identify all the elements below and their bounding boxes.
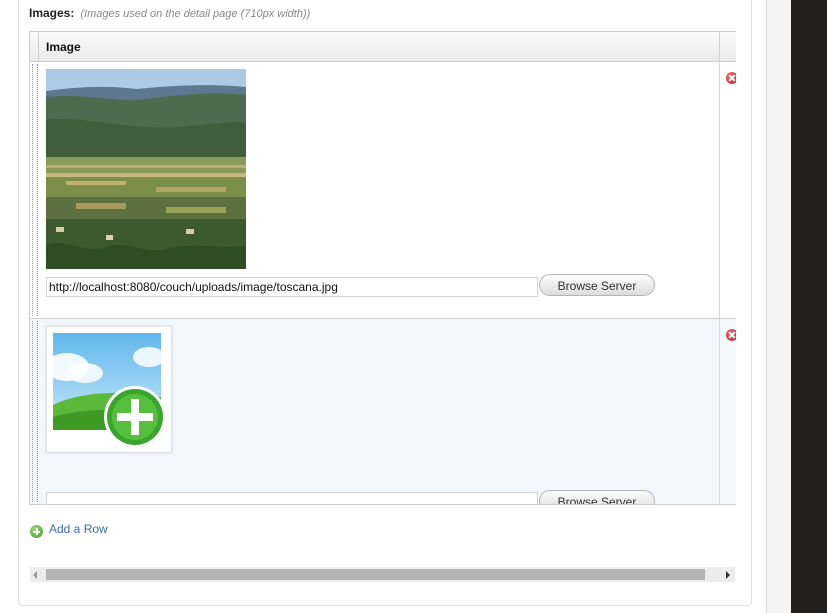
scrollbar-thumb[interactable] [46,569,705,580]
browse-server-button[interactable]: Browse Server [539,490,655,504]
image-url-input[interactable] [46,492,538,504]
scroll-right-arrow-icon[interactable] [726,571,730,579]
images-field-label: Images: (Images used on the detail page (… [29,6,310,20]
add-image-placeholder-icon [45,333,166,448]
horizontal-scrollbar[interactable] [30,567,735,582]
field-label-text: Images: [29,6,75,20]
table-row: http://localhost:8080/couch/uploads/imag… [30,62,736,319]
image-url-input[interactable]: http://localhost:8080/couch/uploads/imag… [46,277,538,297]
grid-header: Image [30,32,736,62]
image-thumbnail[interactable] [46,69,246,269]
column-header-image: Image [46,40,81,54]
add-row-label[interactable]: Add a Row [49,522,108,536]
scroll-left-arrow-icon[interactable] [33,571,37,579]
browse-server-button[interactable]: Browse Server [539,274,655,296]
image-repeatable-grid: Image http://localhost:8080/couch/upload… [29,31,736,505]
drag-handle[interactable] [32,64,38,316]
add-circle-icon [30,525,43,538]
row-action-divider [719,62,720,318]
field-hint: (Images used on the detail page (710px w… [80,8,311,20]
row-action-divider [719,319,720,504]
landscape-photo [46,69,246,269]
drag-handle[interactable] [32,321,38,502]
handle-column-header [30,32,39,61]
delete-row-icon[interactable] [726,72,736,84]
action-column-header [719,32,720,61]
right-gutter [767,0,791,613]
table-row: Browse Server [30,319,736,504]
image-thumbnail[interactable] [45,326,172,453]
delete-row-icon[interactable] [726,329,736,341]
dark-sidebar-edge [791,0,827,613]
